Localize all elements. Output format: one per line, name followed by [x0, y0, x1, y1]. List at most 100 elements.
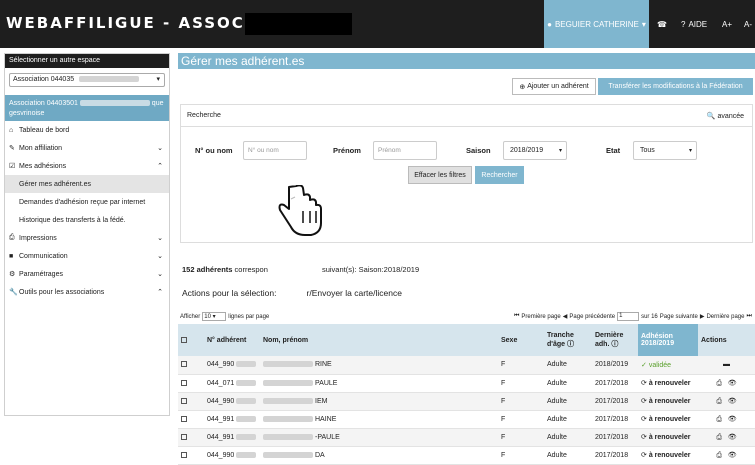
member-name[interactable]: RINE [260, 356, 498, 375]
member-name-text: DA [315, 451, 325, 459]
member-status[interactable]: ⟳ à renouveler [638, 410, 698, 429]
print-icon[interactable]: ⎙ [716, 452, 722, 459]
help-button[interactable]: ? AIDE [681, 0, 707, 48]
home-icon: ⌂ [9, 126, 14, 134]
sidebar-item-adhesions[interactable]: ☑ Mes adhésions ⌃ [5, 157, 169, 175]
advanced-search-link[interactable]: 🔍 avancée [707, 112, 744, 120]
eye-icon[interactable]: 👁 [728, 416, 737, 423]
sidebar-item-impressions[interactable]: ⎙ Impressions ⌄ [5, 229, 169, 247]
search-button[interactable]: Rechercher [475, 166, 524, 184]
clear-filters-button[interactable]: Effacer les filtres [408, 166, 472, 184]
next-page-link[interactable]: Page suivante [660, 314, 698, 320]
col-adhesion[interactable]: Adhésion 2018/2019 [638, 324, 698, 356]
member-number: 044_991 [204, 410, 260, 429]
label-firstname: Prénom [333, 146, 361, 155]
season-select[interactable]: 2018/2019 ▾ [503, 141, 567, 160]
print-icon[interactable]: ⎙ [716, 434, 722, 441]
state-select[interactable]: Tous ▾ [633, 141, 697, 160]
member-name[interactable]: HAINE [260, 410, 498, 429]
first-page-link[interactable]: Première page [521, 314, 560, 320]
phone-button[interactable]: ☎ [657, 0, 667, 48]
sidebar-item-label: Impressions [19, 234, 57, 242]
transfer-button[interactable]: Transférer les modifications à la Fédéra… [598, 78, 753, 95]
member-actions: ⎙ 👁 [698, 392, 755, 411]
space-select[interactable]: Association 044035 ▾ [9, 73, 165, 87]
row-checkbox[interactable] [181, 451, 187, 458]
member-status[interactable]: ⟳ à renouveler [638, 392, 698, 411]
card-icon[interactable]: ▬ [723, 361, 730, 368]
col-tranche[interactable]: Tranche d'âge ⓘ [544, 324, 592, 356]
caret-down-icon: ▾ [558, 148, 562, 154]
print-icon[interactable]: ⎙ [716, 380, 722, 387]
print-icon[interactable]: ⎙ [716, 398, 722, 405]
eye-icon[interactable]: 👁 [728, 380, 737, 387]
sidebar-subitem-internet-requests[interactable]: Demandes d'adhésion reçue par internet [5, 193, 169, 211]
sidebar-subitem-transfer-history[interactable]: Historique des transferts à la fédé. [5, 211, 169, 229]
member-status[interactable]: ⟳ à renouveler [638, 446, 698, 465]
chevron-down-icon: ⌄ [157, 253, 163, 260]
member-derniere: 2017/2018 [592, 410, 638, 429]
member-derniere: 2018/2019 [592, 356, 638, 375]
caret-down-icon: ▾ [156, 76, 160, 83]
sidebar-item-affiliation[interactable]: ✎ Mon affiliation ⌄ [5, 139, 169, 157]
sidebar: Sélectionner un autre espace Association… [4, 53, 170, 416]
row-checkbox[interactable] [181, 433, 187, 440]
per-page-label: Afficher [180, 313, 201, 320]
table-row[interactable]: 044_991 -PAULE F Adulte 2017/2018 ⟳ à renouve… [178, 428, 755, 447]
label-season: Saison [466, 146, 491, 155]
table-row[interactable]: 044_990 RINE F Adulte 2018/2019 ✓ validée ▬ [178, 356, 755, 375]
select-all-checkbox[interactable] [181, 336, 187, 343]
row-checkbox[interactable] [181, 361, 187, 368]
print-icon[interactable]: ⎙ [716, 416, 722, 423]
col-num[interactable]: N° adhérent [204, 324, 260, 356]
font-increase-button[interactable]: A+ [722, 0, 732, 48]
member-name[interactable]: DA [260, 446, 498, 465]
row-checkbox[interactable] [181, 379, 187, 386]
member-tranche: Adulte [544, 428, 592, 447]
eye-icon[interactable]: 👁 [728, 434, 737, 441]
last-page-link[interactable]: Dernière page [706, 314, 744, 320]
col-derniere[interactable]: Dernière adh. ⓘ [592, 324, 638, 356]
row-checkbox[interactable] [181, 415, 187, 422]
sidebar-subitem-manage-members[interactable]: Gérer mes adhérent.es [5, 175, 169, 193]
table-row[interactable]: 044_991 HAINE F Adulte 2017/2018 ⟳ à renouvel… [178, 410, 755, 429]
eye-icon[interactable]: 👁 [728, 452, 737, 459]
prev-page-link[interactable]: Page précédente [569, 314, 615, 320]
member-status[interactable]: ⟳ à renouveler [638, 428, 698, 447]
blurred-text [263, 415, 313, 422]
top-bar: WEBAFFILIGUE - ASSOCIATION ● BEGUIER CAT… [0, 0, 755, 48]
next-page-icon: ▶ [699, 314, 705, 320]
member-sexe: F [498, 392, 544, 411]
member-actions: ⎙ 👁 [698, 428, 755, 447]
font-decrease-button[interactable]: A- [744, 0, 752, 48]
col-sexe[interactable]: Sexe [498, 324, 544, 356]
eye-icon[interactable]: 👁 [728, 398, 737, 405]
add-member-button[interactable]: ⊕ Ajouter un adhérent [512, 78, 596, 95]
member-name-text: IEM [315, 397, 328, 405]
per-page-select[interactable]: 10 ▾ [202, 312, 227, 321]
page-input[interactable]: 1 [617, 312, 640, 321]
member-derniere: 2017/2018 [592, 392, 638, 411]
send-card-action[interactable]: r/Envoyer la carte/licence [307, 288, 402, 298]
col-name[interactable]: Nom, prénom [260, 324, 498, 356]
row-checkbox[interactable] [181, 397, 187, 404]
search-icon: 🔍 [706, 113, 716, 120]
user-menu-button[interactable]: ● BEGUIER CATHERINE ▾ [544, 0, 649, 48]
member-name[interactable]: PAULE [260, 374, 498, 393]
sidebar-item-settings[interactable]: ⚙ Paramétrages ⌄ [5, 265, 169, 283]
firstname-input[interactable]: Prénom [373, 141, 437, 160]
member-status-text: à renouveler [648, 398, 691, 405]
member-name[interactable]: IEM [260, 392, 498, 411]
member-name[interactable]: -PAULE [260, 428, 498, 447]
table-row[interactable]: 044_990 IEM F Adulte 2017/2018 ⟳ à renouveler… [178, 392, 755, 411]
name-input[interactable]: N° ou nom [243, 141, 307, 160]
member-status-text: validée [648, 361, 672, 369]
sidebar-item-dashboard[interactable]: ⌂ Tableau de bord [5, 121, 169, 139]
sidebar-item-tools[interactable]: 🔧 Outils pour les associations ⌃ [5, 283, 169, 301]
sidebar-item-label: Paramétrages [19, 270, 63, 278]
comment-icon: ■ [9, 252, 14, 260]
member-status[interactable]: ⟳ à renouveler [638, 374, 698, 393]
table-row[interactable]: 044_071 PAULE F Adulte 2017/2018 ⟳ à renouvel… [178, 374, 755, 393]
table-row[interactable]: 044_990 DA F Adulte 2017/2018 ⟳ à renouveler ⎙… [178, 446, 755, 465]
sidebar-item-communication[interactable]: ■ Communication ⌄ [5, 247, 169, 265]
